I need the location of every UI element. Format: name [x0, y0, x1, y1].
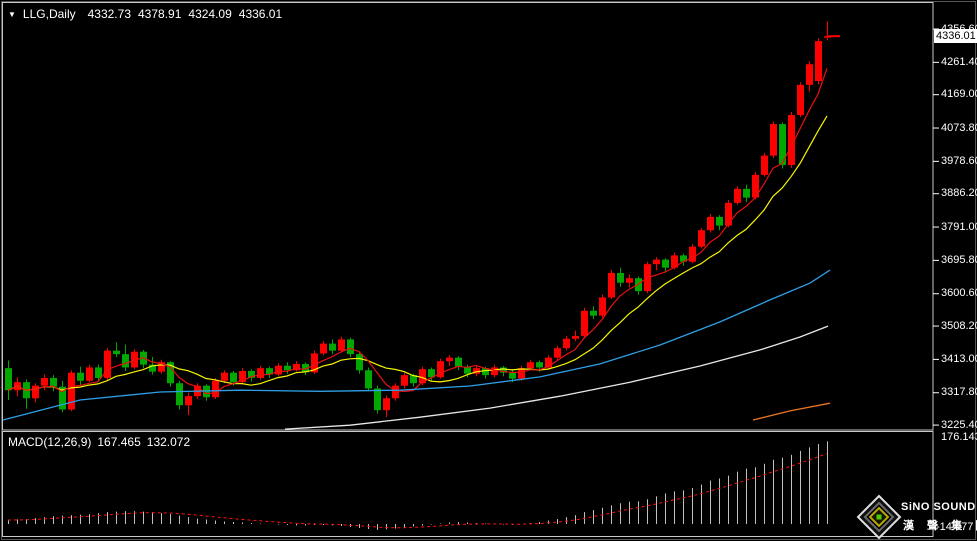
price-axis-label: 4169.00 — [941, 88, 977, 101]
low-value: 4324.09 — [188, 7, 231, 21]
macd-scale-max-label: 176.143 — [941, 431, 977, 444]
ma-orange-line — [753, 403, 830, 420]
price-axis-label: 3317.80 — [941, 386, 977, 399]
current-price-badge: 4336.01 — [934, 29, 977, 43]
ma-blue-line — [3, 270, 830, 420]
close-value: 4336.01 — [239, 7, 282, 21]
price-axis-label: 3600.60 — [941, 287, 977, 300]
watermark-brand-chinese-text: 漢 聲 集 團 — [903, 517, 977, 533]
chart-header: ▼ LLG,Daily 4332.73 4378.91 4324.09 4336.01 — [8, 7, 289, 21]
price-axis-label: 4073.80 — [941, 122, 977, 135]
price-axis-label: 3508.20 — [941, 320, 977, 333]
sino-sound-logo-icon — [856, 494, 902, 540]
price-axis-label: 3886.20 — [941, 187, 977, 200]
high-value: 4378.91 — [138, 7, 181, 21]
trading-chart-window: ▼ LLG,Daily 4332.73 4378.91 4324.09 4336.01 M… — [0, 0, 977, 541]
candlestick-chart-canvas[interactable] — [0, 0, 977, 541]
macd-signal-line — [8, 454, 827, 528]
price-axis-label: 3225.40 — [941, 419, 977, 432]
price-axis-label: 3695.80 — [941, 254, 977, 267]
price-axis-label: 3413.00 — [941, 353, 977, 366]
watermark: SiNO SOUND 漢 聲 集 團 — [856, 494, 977, 540]
open-value: 4332.73 — [88, 7, 131, 21]
symbol-period-label: LLG,Daily — [23, 7, 76, 21]
macd-main-value: 167.465 — [97, 435, 140, 449]
macd-label: MACD(12,26,9) — [8, 435, 91, 449]
price-axis-label: 4261.40 — [941, 56, 977, 69]
watermark-brand-text: SiNO SOUND — [901, 501, 976, 513]
macd-signal-value: 132.072 — [147, 435, 190, 449]
price-axis-label: 3978.60 — [941, 155, 977, 168]
ma-yellow-line — [8, 116, 827, 390]
collapse-triangle-icon[interactable]: ▼ — [8, 10, 16, 19]
macd-header: MACD(12,26,9) 167.465 132.072 — [8, 435, 196, 449]
price-axis-label: 3791.00 — [941, 221, 977, 234]
